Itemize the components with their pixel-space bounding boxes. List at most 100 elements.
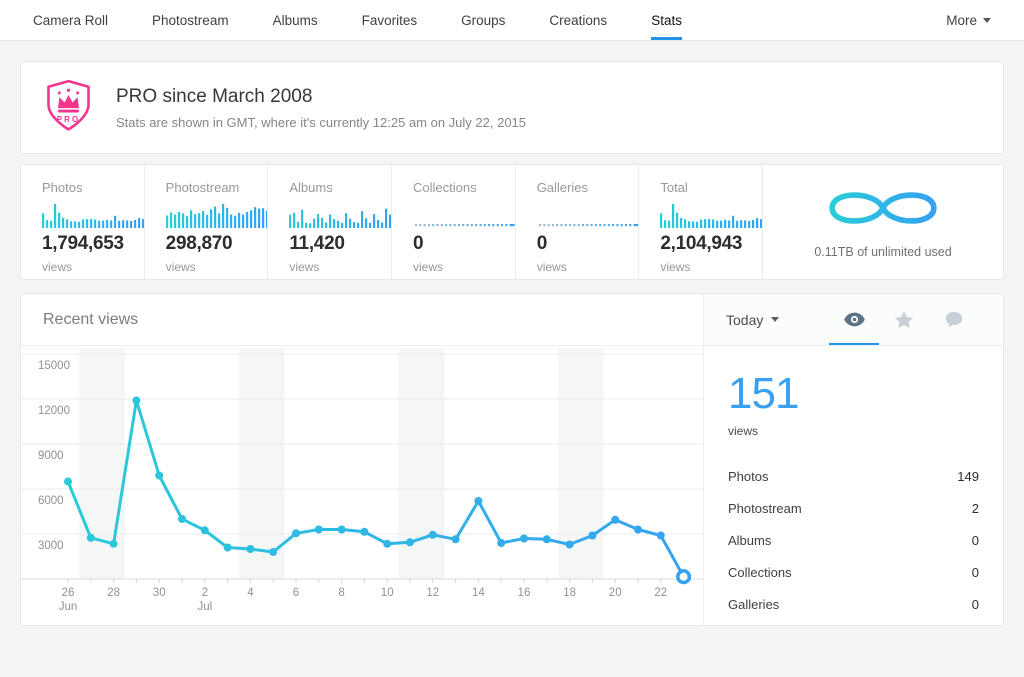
recent-views-controls: Today bbox=[703, 294, 1003, 345]
svg-text:PRO: PRO bbox=[57, 115, 81, 124]
pro-badge-icon: PRO bbox=[45, 79, 92, 137]
svg-text:16: 16 bbox=[518, 587, 531, 599]
stat-card-unit: views bbox=[660, 260, 752, 274]
date-range-label: Today bbox=[726, 312, 763, 328]
stat-card-label: Galleries bbox=[537, 180, 629, 195]
tab-stats[interactable]: Stats bbox=[651, 0, 682, 40]
today-views-count: 151 bbox=[728, 372, 979, 416]
storage-caption: 0.11TB of unlimited used bbox=[814, 245, 951, 259]
infinity-icon bbox=[822, 185, 944, 236]
stat-card-value: 11,420 bbox=[289, 233, 381, 255]
breakdown-value: 0 bbox=[972, 597, 979, 612]
breakdown-value: 149 bbox=[957, 469, 979, 484]
svg-text:8: 8 bbox=[338, 587, 344, 599]
sparkline-chart bbox=[42, 202, 134, 228]
svg-text:Jun: Jun bbox=[59, 601, 78, 613]
svg-text:3000: 3000 bbox=[38, 540, 64, 552]
stats-summary-row: Photos 1,794,653 views Photostream 298,8… bbox=[20, 164, 1004, 280]
breakdown-row-galleries: Galleries 0 bbox=[728, 588, 979, 620]
stat-card-value: 2,104,943 bbox=[660, 233, 752, 255]
svg-text:4: 4 bbox=[247, 587, 254, 599]
breakdown-value: 2 bbox=[972, 501, 979, 516]
svg-text:22: 22 bbox=[654, 587, 667, 599]
sparkline-chart bbox=[166, 202, 258, 228]
recent-views-panel: Recent views Today bbox=[20, 293, 1004, 626]
stat-card-unit: views bbox=[537, 260, 629, 274]
svg-text:10: 10 bbox=[381, 587, 394, 599]
sparkline-chart bbox=[413, 202, 505, 228]
date-range-dropdown[interactable]: Today bbox=[726, 294, 779, 345]
stat-card-value: 1,794,653 bbox=[42, 233, 134, 255]
metric-toggle-group bbox=[829, 294, 979, 345]
breakdown-label: Galleries bbox=[728, 597, 779, 612]
stat-card-value: 298,870 bbox=[166, 233, 258, 255]
favorites-star-icon[interactable] bbox=[879, 294, 929, 345]
stat-card-albums[interactable]: Albums 11,420 views bbox=[268, 165, 392, 279]
breakdown-row-collections: Collections 0 bbox=[728, 556, 979, 588]
svg-text:18: 18 bbox=[563, 587, 576, 599]
pro-subtitle: Stats are shown in GMT, where it's curre… bbox=[116, 115, 526, 130]
stat-card-galleries[interactable]: Galleries 0 views bbox=[516, 165, 640, 279]
recent-views-body: 3000 6000 9000 12000 15000 26 28 30 2 4 6 8 10 12 14 16… bbox=[21, 346, 1003, 625]
pro-title: PRO since March 2008 bbox=[116, 86, 526, 108]
storage-card: 0.11TB of unlimited used bbox=[763, 165, 1003, 279]
breakdown-value: 0 bbox=[972, 565, 979, 580]
stat-card-label: Photostream bbox=[166, 180, 258, 195]
recent-views-header: Recent views Today bbox=[21, 294, 1003, 346]
tab-albums[interactable]: Albums bbox=[273, 0, 318, 40]
more-label: More bbox=[946, 13, 977, 28]
svg-text:15000: 15000 bbox=[38, 360, 70, 372]
svg-text:2: 2 bbox=[202, 587, 208, 599]
recent-views-chart[interactable]: 3000 6000 9000 12000 15000 26 28 30 2 4 6 8 10 12 14 16… bbox=[21, 346, 703, 625]
tab-photostream[interactable]: Photostream bbox=[152, 0, 229, 40]
svg-text:12: 12 bbox=[426, 587, 439, 599]
stat-card-collections[interactable]: Collections 0 views bbox=[392, 165, 516, 279]
breakdown-label: Collections bbox=[728, 565, 792, 580]
views-eye-icon[interactable] bbox=[829, 294, 879, 345]
stat-card-unit: views bbox=[166, 260, 258, 274]
stat-card-photostream[interactable]: Photostream 298,870 views bbox=[145, 165, 269, 279]
stat-card-label: Collections bbox=[413, 180, 505, 195]
svg-text:6: 6 bbox=[293, 587, 299, 599]
breakdown-label: Photos bbox=[728, 469, 768, 484]
breakdown-row-albums: Albums 0 bbox=[728, 524, 979, 556]
svg-text:28: 28 bbox=[107, 587, 120, 599]
breakdown-row-photos: Photos 149 bbox=[728, 460, 979, 492]
comments-bubble-icon[interactable] bbox=[929, 294, 979, 345]
stat-card-photos[interactable]: Photos 1,794,653 views bbox=[21, 165, 145, 279]
stat-card-total[interactable]: Total 2,104,943 views bbox=[639, 165, 763, 279]
breakdown-row-photostream: Photostream 2 bbox=[728, 492, 979, 524]
sparkline-chart bbox=[660, 202, 752, 228]
more-menu-button[interactable]: More bbox=[946, 0, 991, 40]
pro-card-text: PRO since March 2008 Stats are shown in … bbox=[116, 86, 526, 130]
breakdown-label: Photostream bbox=[728, 501, 802, 516]
stat-card-unit: views bbox=[413, 260, 505, 274]
tab-creations[interactable]: Creations bbox=[549, 0, 607, 40]
svg-text:9000: 9000 bbox=[38, 450, 64, 462]
svg-text:20: 20 bbox=[609, 587, 622, 599]
chevron-down-icon bbox=[771, 317, 779, 322]
svg-text:26: 26 bbox=[62, 587, 75, 599]
svg-text:14: 14 bbox=[472, 587, 485, 599]
svg-text:30: 30 bbox=[153, 587, 166, 599]
svg-text:Jul: Jul bbox=[197, 601, 212, 613]
stat-card-unit: views bbox=[42, 260, 134, 274]
today-views-unit: views bbox=[728, 424, 979, 438]
breakdown-value: 0 bbox=[972, 533, 979, 548]
tab-favorites[interactable]: Favorites bbox=[362, 0, 418, 40]
stat-card-value: 0 bbox=[537, 233, 629, 255]
tab-groups[interactable]: Groups bbox=[461, 0, 505, 40]
views-breakdown-list: Photos 149 Photostream 2 Albums 0 Collec… bbox=[728, 460, 979, 620]
sparkline-chart bbox=[289, 202, 381, 228]
svg-text:6000: 6000 bbox=[38, 495, 64, 507]
top-nav: Camera Roll Photostream Albums Favorites… bbox=[0, 0, 1024, 41]
sparkline-chart bbox=[537, 202, 629, 228]
stat-card-label: Total bbox=[660, 180, 752, 195]
tab-camera-roll[interactable]: Camera Roll bbox=[33, 0, 108, 40]
stat-card-value: 0 bbox=[413, 233, 505, 255]
stat-card-unit: views bbox=[289, 260, 381, 274]
chevron-down-icon bbox=[983, 18, 991, 23]
stat-card-label: Albums bbox=[289, 180, 381, 195]
stats-page: PRO PRO since March 2008 Stats are shown… bbox=[0, 41, 1024, 646]
svg-text:12000: 12000 bbox=[38, 405, 70, 417]
